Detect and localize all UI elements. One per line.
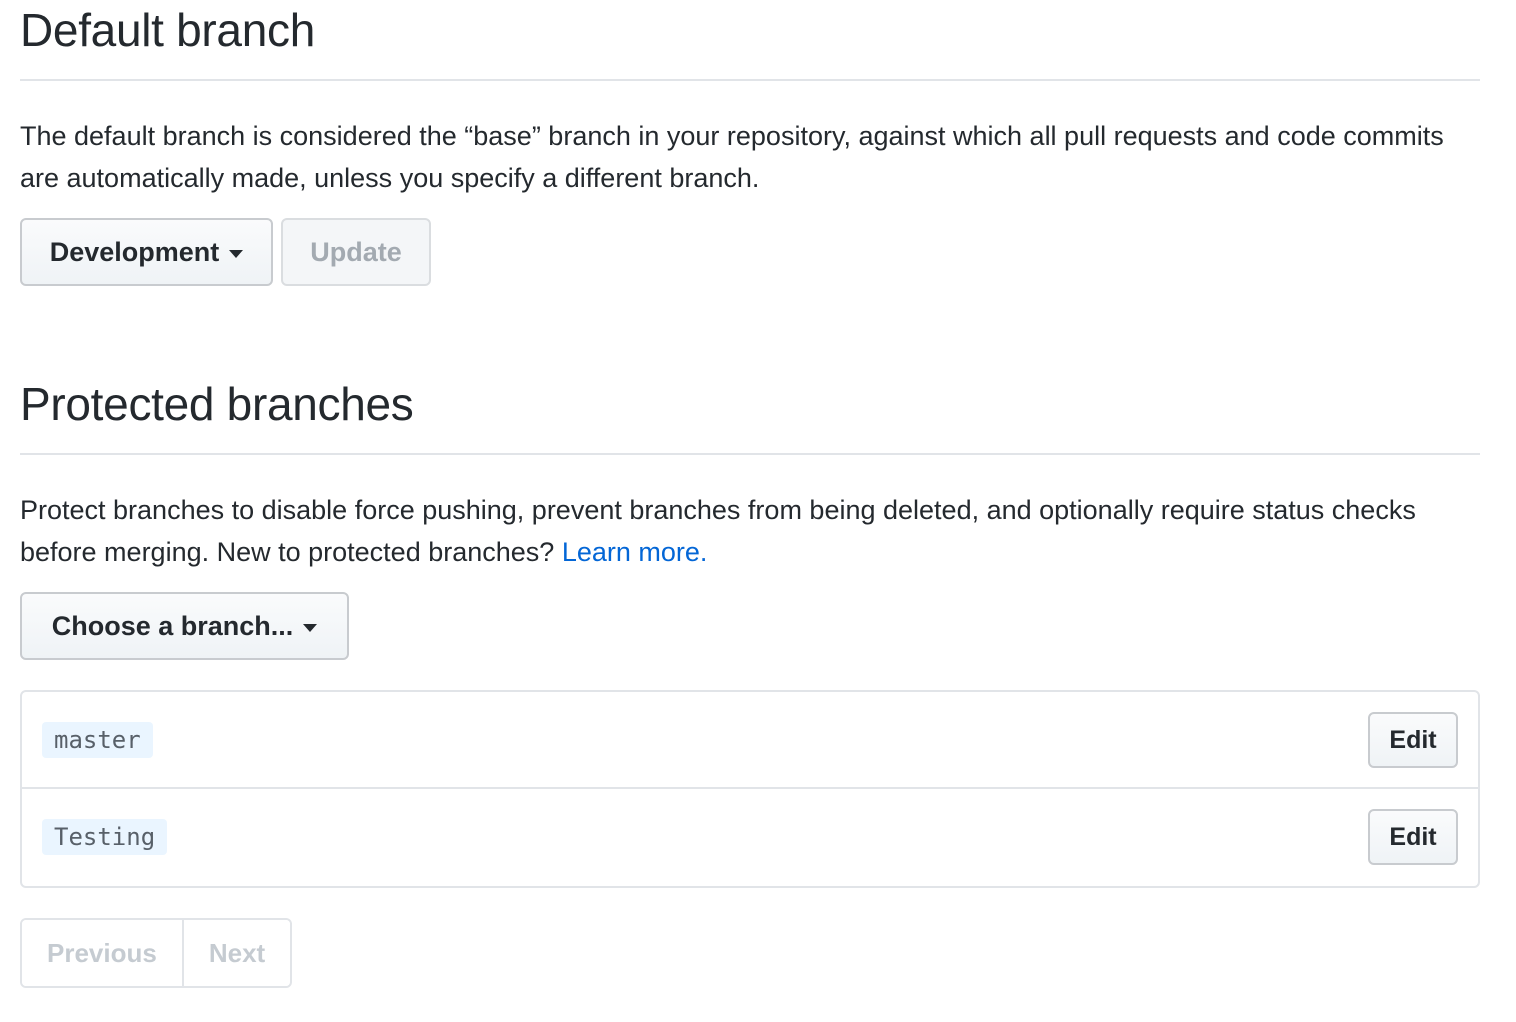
protected-branches-description-text: Protect branches to disable force pushin…: [20, 495, 1416, 567]
default-branch-divider: [20, 79, 1480, 81]
protected-branches-heading: Protected branches: [20, 378, 414, 430]
learn-more-link[interactable]: Learn more.: [562, 537, 708, 567]
protected-branches-divider: [20, 453, 1480, 455]
caret-down-icon: [229, 249, 244, 258]
next-page-button[interactable]: Next: [183, 920, 291, 986]
pagination: Previous Next: [20, 918, 293, 988]
default-branch-heading: Default branch: [20, 4, 315, 56]
caret-down-icon: [303, 623, 318, 632]
branches-settings-page: Default branch The default branch is con…: [0, 0, 1516, 1022]
branch-name-tag: master: [42, 722, 153, 758]
protected-branch-row: Testing Edit: [22, 789, 1478, 886]
default-branch-select-button[interactable]: Development: [20, 218, 273, 286]
branch-name-tag: Testing: [42, 819, 168, 855]
protected-branch-list: master Edit Testing Edit: [20, 690, 1480, 888]
choose-branch-label: Choose a branch...: [51, 610, 294, 641]
previous-page-button[interactable]: Previous: [22, 920, 184, 986]
choose-branch-button[interactable]: Choose a branch...: [20, 592, 349, 660]
protected-branches-description: Protect branches to disable force pushin…: [20, 489, 1480, 573]
update-button[interactable]: Update: [281, 218, 431, 286]
default-branch-select-label: Development: [49, 236, 220, 267]
edit-branch-button[interactable]: Edit: [1368, 809, 1458, 865]
default-branch-description: The default branch is considered the “ba…: [20, 121, 1444, 193]
edit-branch-button[interactable]: Edit: [1368, 712, 1458, 768]
protected-branch-row: master Edit: [22, 692, 1478, 789]
